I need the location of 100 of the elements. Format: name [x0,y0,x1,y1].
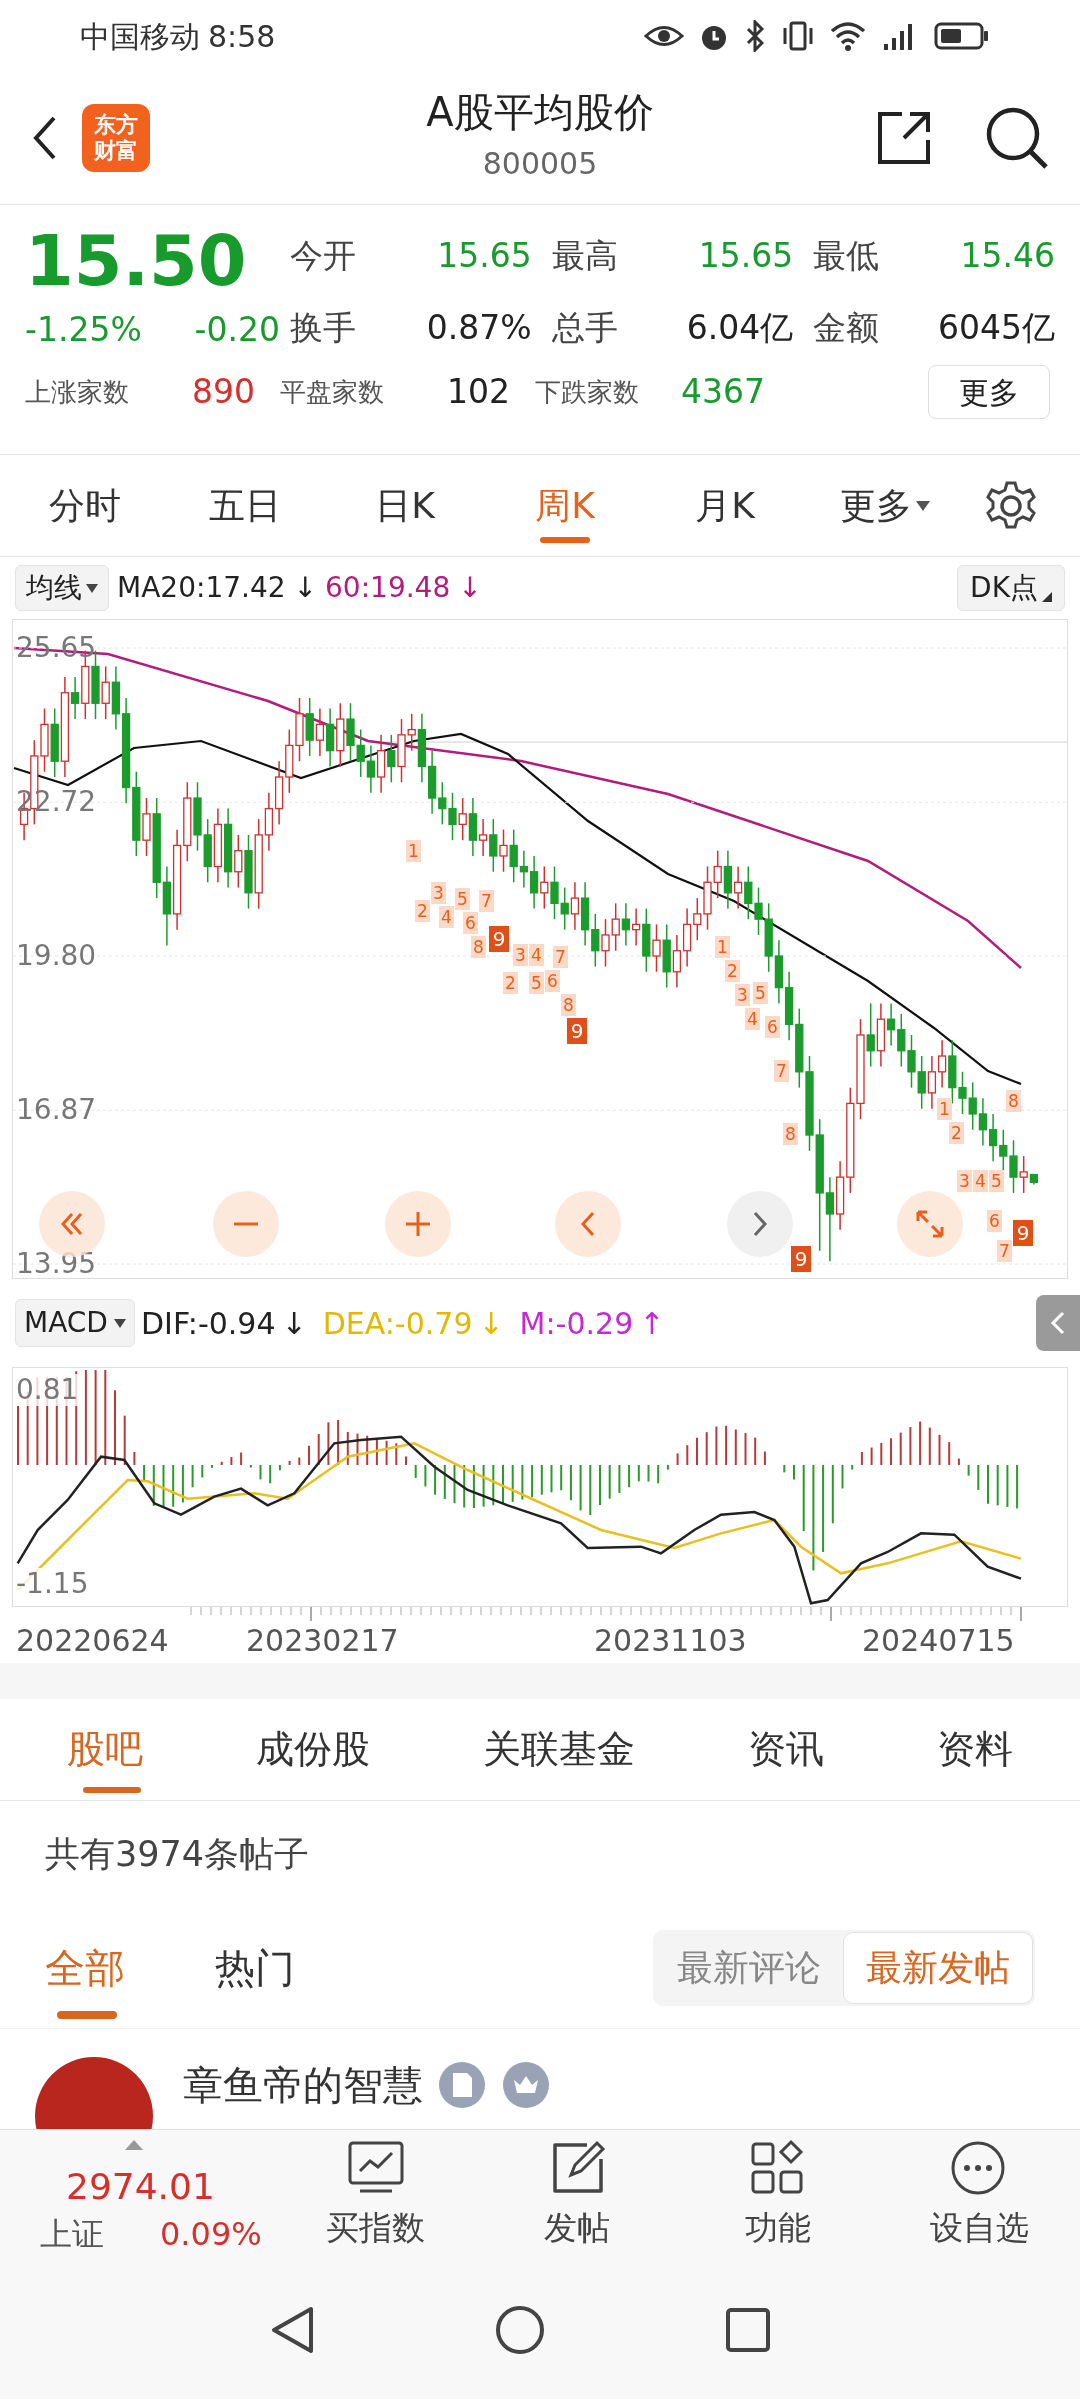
settings-icon[interactable] [985,479,1037,532]
index-value: 2974.01 [66,2164,215,2209]
period-tab[interactable]: 五日 [165,454,325,557]
candlestick [937,1039,947,1089]
ma60-value: 60:19.48 [325,570,451,606]
period-tab[interactable]: 日K [325,454,485,557]
candlestick [1019,1155,1028,1194]
content-tab[interactable]: 关联基金 [472,1698,645,1801]
stat-value: 6045亿 [938,307,1055,350]
candlestick [958,1071,967,1115]
sequence-count-label: 6 [545,970,560,992]
sequence-count-label: 7 [774,1060,789,1082]
logo-text: 东方 [94,112,138,138]
stat-value: 0.87% [426,307,532,350]
candlestick [366,744,376,794]
candlestick [560,886,569,931]
candlestick [601,918,610,968]
candlestick [438,781,447,826]
period-tab[interactable]: 更多 [805,454,965,557]
macd-value: M:-0.29 [519,1304,634,1343]
breadth-label: 上涨家数 [25,375,129,409]
sequence-count-label: 8 [471,936,486,958]
breadth-value: 102 [447,371,510,414]
stat-label: 换手 [290,307,356,350]
candlestick [621,902,631,947]
candlestick [999,1128,1008,1173]
more-button[interactable]: 更多 [928,365,1050,419]
current-price: 15.50 [25,219,248,304]
indicator-selector[interactable]: MACD [15,1299,135,1347]
chevron-left-icon [581,1211,595,1237]
sequence-count-label: 4 [745,1008,760,1030]
candlestick [458,797,467,841]
chevron-left-icon [1050,1310,1066,1336]
sort-option[interactable]: 最新发帖 [843,1931,1033,2004]
search-icon[interactable] [984,105,1050,171]
macd-axis-label: 0.81 [16,1374,79,1406]
toolbar-button[interactable]: 买指数 [275,2129,477,2262]
candlestick [886,1002,896,1047]
wifi-icon [830,21,866,51]
sequence-count-label: 1 [937,1098,952,1120]
candlestick [744,865,753,920]
indicator-selector[interactable]: 均线 [15,565,109,611]
down-arrow: ↓ [458,570,482,606]
bluetooth-icon [744,20,766,52]
zoom-out-icon [233,1222,259,1226]
candlestick [713,849,722,899]
content-tab[interactable]: 资料 [927,1698,1024,1801]
signal-button[interactable]: DK点 [957,565,1065,611]
feed-tab[interactable]: 热门 [215,1906,295,2029]
post-count: 共有3974条帖子 [44,1832,311,1876]
candlestick [988,1113,998,1163]
stat-value: 15.65 [698,235,794,278]
candlestick [101,665,110,720]
sequence-count-label: 6 [463,912,478,934]
candlestick [631,907,641,947]
stat-value: 15.65 [437,235,532,278]
content-tab[interactable]: 成份股 [245,1698,380,1801]
candlestick [1009,1139,1018,1194]
candlestick [550,865,559,920]
sequence-count-label: 6 [987,1210,1002,1232]
sequence-count-label: 8 [783,1123,798,1145]
sequence-count-label: 2 [415,900,430,922]
sequence-count-label: 4 [439,906,454,928]
toolbar-button[interactable]: 发帖 [476,2129,678,2262]
feed-tab[interactable]: 全部 [45,1906,125,2029]
toolbar-button[interactable]: 设自选 [878,2129,1080,2262]
candlestick [234,834,243,889]
candlestick [499,828,508,873]
period-tab[interactable]: 分时 [5,454,165,557]
breadth-value: 890 [192,371,255,414]
up-arrow: ↑ [639,1304,665,1343]
recent-apps-icon[interactable] [725,2307,771,2353]
candlestick [387,734,396,784]
date-label: 20240715 [862,1622,1015,1660]
period-tab[interactable]: 月K [645,454,805,557]
content-tab[interactable]: 股吧 [56,1698,153,1801]
candlestick [897,1013,906,1068]
date-label: 20230217 [246,1622,399,1660]
candlestick [407,713,416,752]
collapse-button[interactable] [1036,1295,1080,1351]
price-axis-label: 19.80 [16,940,97,972]
candlestick [570,881,580,931]
sequence-count-label: 5 [753,982,768,1004]
dif-value: DIF:-0.94 [140,1304,276,1343]
candlestick [917,1055,926,1110]
zoom-in-icon [405,1211,431,1237]
down-arrow: ↓ [281,1304,307,1343]
price-axis-label: 13.95 [16,1248,97,1280]
sequence-count-label: 9 [791,1246,811,1272]
candlestick [866,1002,875,1068]
breadth-label: 下跌家数 [535,375,639,409]
content-tab[interactable]: 资讯 [738,1698,835,1801]
toolbar-button[interactable]: 功能 [677,2129,879,2262]
sequence-count-label: 2 [725,960,740,982]
candlestick [540,865,549,910]
back-triangle-icon[interactable] [269,2305,315,2355]
sequence-count-label: 3 [431,882,446,904]
home-circle-icon[interactable] [495,2305,545,2355]
sequence-count-label: 5 [455,888,470,910]
index-change: 0.09% [160,2213,262,2255]
